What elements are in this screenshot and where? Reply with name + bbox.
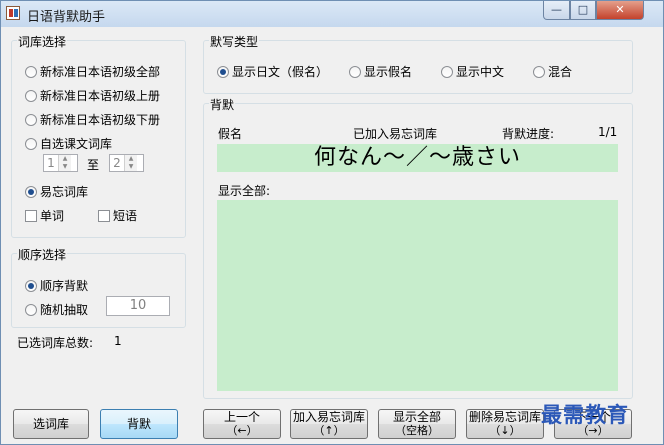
progress-value: 1/1 — [598, 125, 618, 139]
kana-label: 假名 — [218, 127, 243, 141]
library-option-label: 易忘词库 — [40, 185, 89, 199]
library-option-label: 新标准日本语初级全部 — [40, 65, 161, 79]
radio-icon — [349, 65, 361, 78]
dictation-option-label: 显示假名 — [364, 65, 413, 79]
dictation-option-label: 显示日文（假名） — [232, 65, 329, 79]
dictation-option-label: 显示中文 — [456, 65, 505, 79]
order-group-title: 顺序选择 — [17, 246, 68, 263]
library-option-label: 新标准日本语初级下册 — [40, 113, 161, 127]
dictation-option-kana[interactable]: 显示假名 — [349, 63, 412, 80]
watermark-text: 最需教育 — [541, 403, 629, 427]
prev-label: 上一个 — [223, 410, 260, 424]
added-status: 已加入易忘词库 — [353, 127, 438, 141]
app-window: 日语背默助手 — □ ✕ 词库选择 新标准日本语初级全部 新标准日本语初级上册 … — [0, 0, 664, 445]
chevron-down-icon[interactable]: ▼ — [125, 163, 137, 171]
radio-icon — [25, 65, 37, 78]
progress-label: 背默进度: — [502, 127, 555, 141]
order-random[interactable]: 随机抽取 — [25, 301, 88, 318]
library-option-all[interactable]: 新标准日本语初级全部 — [25, 63, 160, 80]
radio-selected-icon — [25, 279, 37, 292]
range-to-label: 至 — [87, 158, 100, 172]
book-icon — [6, 6, 20, 20]
library-group-title: 词库选择 — [17, 33, 68, 50]
range-to-value: 2 — [113, 156, 121, 170]
library-option-custom[interactable]: 自选课文词库 — [25, 135, 112, 152]
recite-label: 背默 — [126, 417, 151, 431]
remove-forget-label: 删除易忘词库 — [468, 410, 541, 424]
chevron-up-icon[interactable]: ▲ — [125, 155, 137, 163]
radio-selected-icon — [217, 65, 229, 78]
order-random-label: 随机抽取 — [40, 303, 89, 317]
add-forget-hint: （↑） — [313, 424, 345, 437]
prev-hint: （←） — [226, 424, 258, 437]
dictation-group-title: 默写类型 — [209, 33, 260, 50]
answer-display — [217, 200, 618, 391]
dictation-option-label: 混合 — [548, 65, 573, 79]
radio-icon — [25, 113, 37, 126]
library-option-forget[interactable]: 易忘词库 — [25, 183, 88, 200]
dictation-option-japanese[interactable]: 显示日文（假名） — [217, 63, 328, 80]
library-option-volume-1[interactable]: 新标准日本语初级上册 — [25, 87, 160, 104]
phrase-checkbox-label: 短语 — [113, 209, 138, 223]
order-sequential[interactable]: 顺序背默 — [25, 277, 88, 294]
radio-icon — [533, 65, 545, 78]
dictation-option-chinese[interactable]: 显示中文 — [441, 63, 504, 80]
stepper-arrows[interactable]: ▲ ▼ — [124, 155, 137, 171]
word-checkbox[interactable]: 单词 — [25, 207, 64, 224]
range-from-stepper[interactable]: 1 ▲ ▼ — [43, 154, 78, 172]
phrase-checkbox[interactable]: 短语 — [98, 207, 137, 224]
show-all-button-label: 显示全部 — [392, 410, 441, 424]
library-option-label: 新标准日本语初级上册 — [40, 89, 161, 103]
chevron-up-icon[interactable]: ▲ — [59, 155, 71, 163]
dictation-option-mixed[interactable]: 混合 — [533, 63, 572, 80]
range-to-stepper[interactable]: 2 ▲ ▼ — [109, 154, 144, 172]
prev-button[interactable]: 上一个 （←） — [203, 409, 281, 439]
show-all-label: 显示全部: — [218, 184, 271, 198]
radio-selected-icon — [25, 185, 37, 198]
library-option-volume-2[interactable]: 新标准日本语初级下册 — [25, 111, 160, 128]
window-title: 日语背默助手 — [27, 10, 106, 25]
stepper-arrows[interactable]: ▲ ▼ — [58, 155, 71, 171]
radio-icon — [25, 89, 37, 102]
close-button[interactable]: ✕ — [596, 1, 644, 20]
maximize-button[interactable]: □ — [570, 1, 596, 20]
total-label: 已选词库总数: — [17, 336, 94, 350]
random-count-input[interactable]: 10 — [106, 296, 170, 316]
show-all-hint: （空格） — [395, 424, 439, 437]
chevron-down-icon[interactable]: ▼ — [59, 163, 71, 171]
show-all-button[interactable]: 显示全部 （空格） — [378, 409, 456, 439]
current-word-display: 何なん～／～歳さい — [217, 144, 618, 172]
checkbox-icon — [25, 209, 37, 222]
word-checkbox-label: 单词 — [40, 209, 65, 223]
add-forget-button[interactable]: 加入易忘词库 （↑） — [290, 409, 368, 439]
radio-icon — [441, 65, 453, 78]
title-bar[interactable]: 日语背默助手 — □ ✕ — [1, 1, 663, 27]
recite-button[interactable]: 背默 — [100, 409, 178, 439]
radio-icon — [25, 137, 37, 150]
remove-forget-button[interactable]: 删除易忘词库 （↓） — [466, 409, 544, 439]
library-option-label: 自选课文词库 — [40, 137, 113, 151]
radio-icon — [25, 303, 37, 316]
minimize-button[interactable]: — — [543, 1, 570, 20]
checkbox-icon — [98, 209, 110, 222]
total-value: 1 — [114, 334, 122, 348]
range-from-value: 1 — [47, 156, 55, 170]
order-sequential-label: 顺序背默 — [40, 279, 89, 293]
remove-forget-hint: （↓） — [489, 424, 521, 437]
select-library-button[interactable]: 选词库 — [13, 409, 89, 439]
recite-group-title: 背默 — [209, 96, 236, 113]
select-library-label: 选词库 — [32, 417, 69, 431]
current-word: 何なん～／～歳さい — [313, 145, 521, 170]
add-forget-label: 加入易忘词库 — [292, 410, 365, 424]
